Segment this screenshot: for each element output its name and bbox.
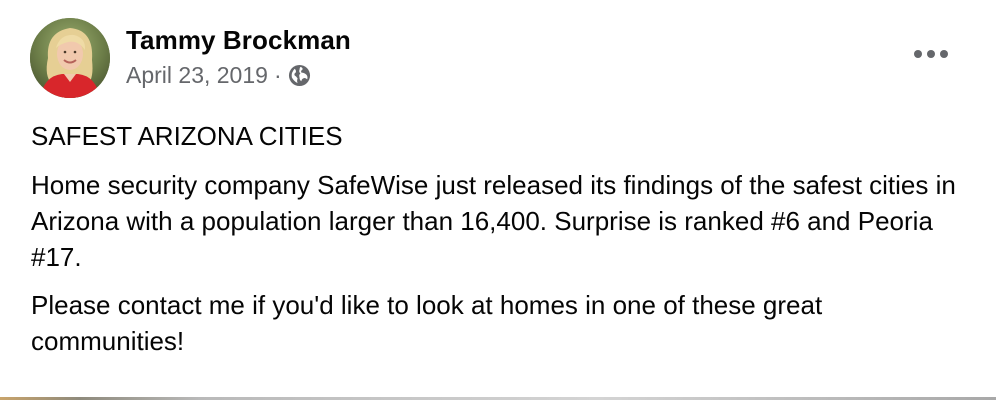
author-name[interactable]: Tammy Brockman <box>126 24 351 56</box>
separator: · <box>273 62 282 88</box>
post-content: SAFEST ARIZONA CITIES Home security comp… <box>31 118 961 371</box>
more-options-button[interactable] <box>914 44 948 64</box>
post-header: Tammy Brockman April 23, 2019 · <box>30 18 351 102</box>
post-heading: SAFEST ARIZONA CITIES <box>31 121 343 151</box>
post-meta: Tammy Brockman April 23, 2019 · <box>126 18 351 90</box>
globe-icon[interactable] <box>288 64 311 87</box>
post-date[interactable]: April 23, 2019 <box>126 60 268 90</box>
more-dot <box>940 50 948 58</box>
author-avatar[interactable] <box>30 18 110 98</box>
more-options-icon <box>914 50 922 58</box>
post-subtitle: April 23, 2019 · <box>126 60 351 90</box>
post-paragraph: Home security company SafeWise just rele… <box>31 170 956 272</box>
post-card: Tammy Brockman April 23, 2019 · SAFEST A… <box>0 0 996 400</box>
more-dot <box>927 50 935 58</box>
avatar-image <box>30 18 110 98</box>
post-paragraph: Please contact me if you'd like to look … <box>31 290 823 356</box>
